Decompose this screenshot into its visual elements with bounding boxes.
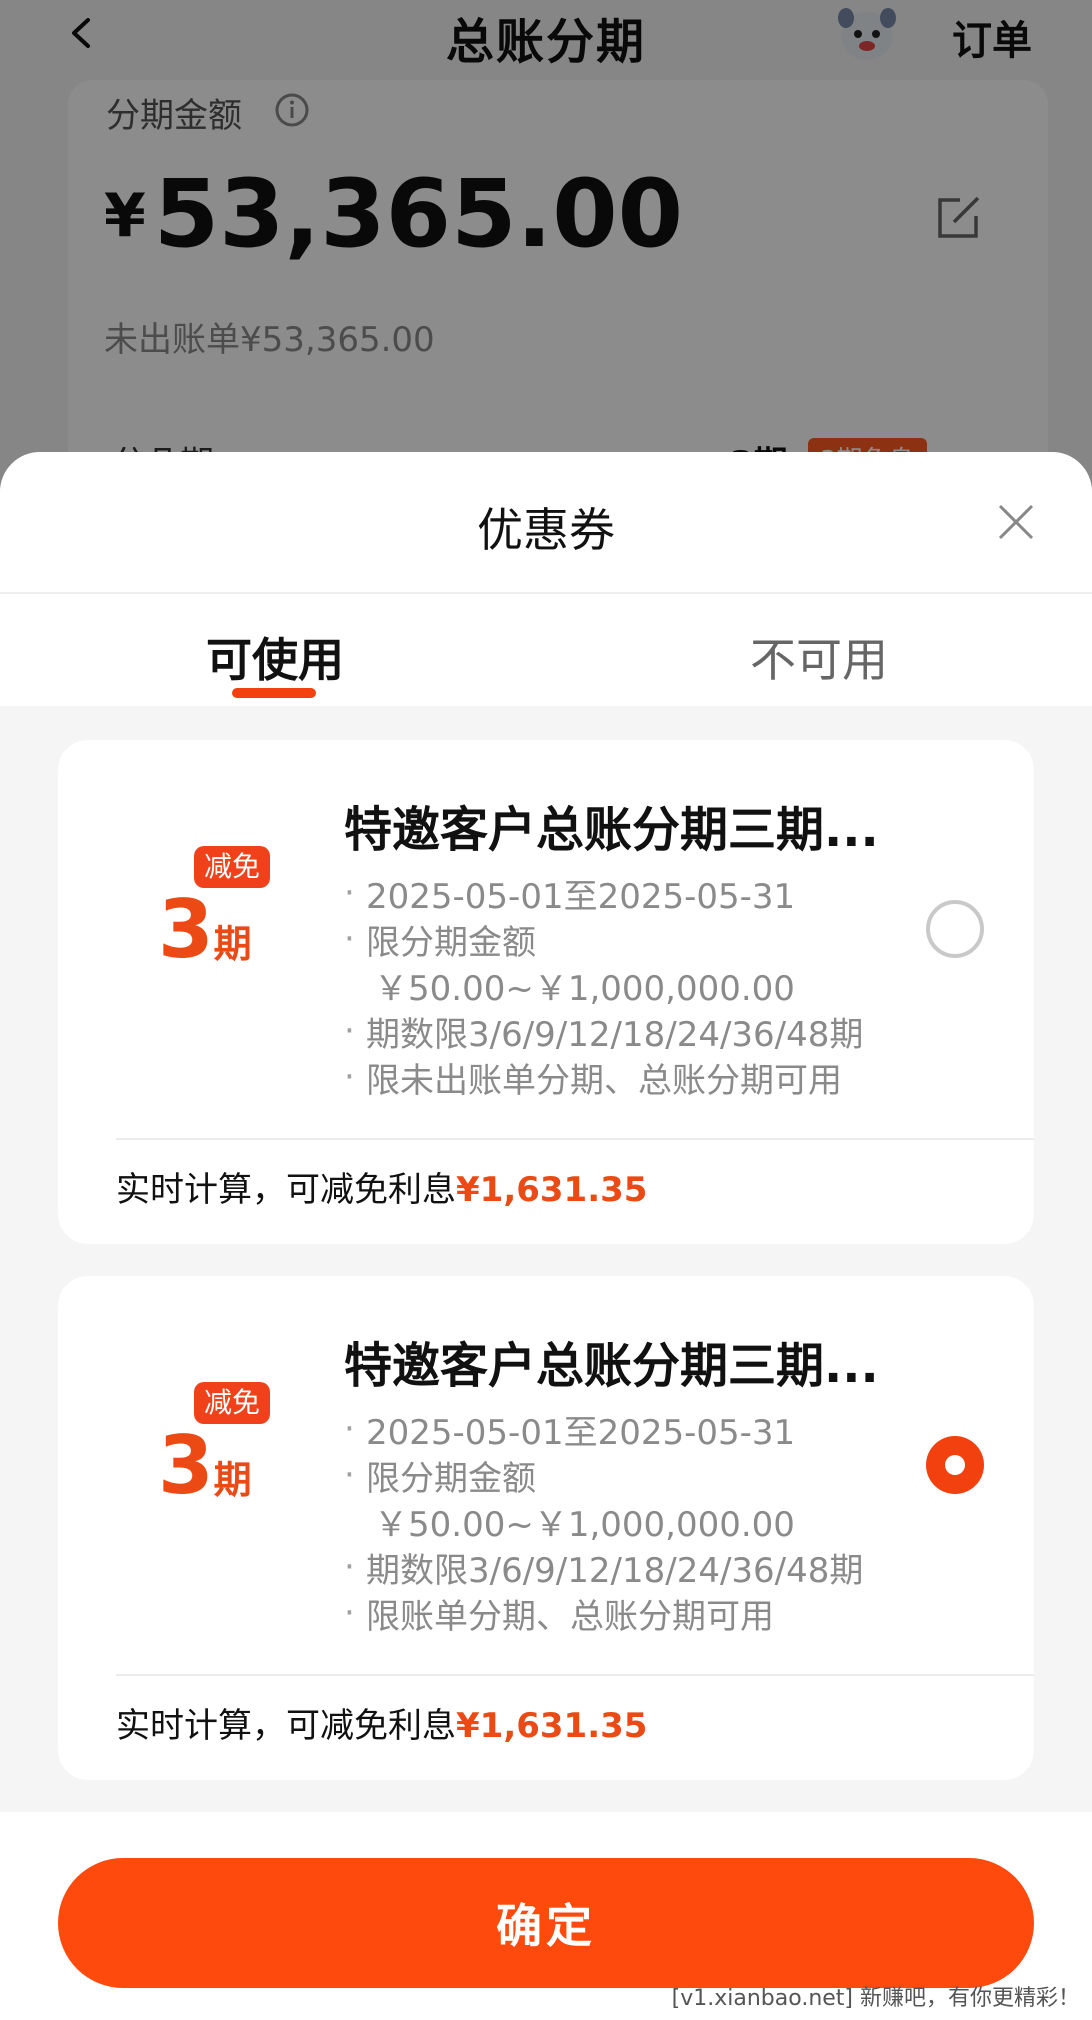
coupon-validity: 2025-05-01至2025-05-31 [344,1406,863,1456]
coupon-saving-prefix: 实时计算，可减免利息 [116,1170,456,1210]
tab-available[interactable]: 可使用 [206,624,344,690]
coupon-saving-amount: ¥1,631.35 [456,1706,648,1746]
close-icon[interactable] [996,502,1036,542]
coupon-details: 2025-05-01至2025-05-31 限分期金额 ￥50.00~￥1,00… [344,1406,863,1640]
coupon-periods-unit: 期 [213,1458,252,1502]
sheet-title: 优惠券 [477,503,615,557]
coupon-term-limit: 期数限3/6/9/12/18/24/36/48期 [344,1544,863,1594]
coupon-badge: 减免 [194,1382,271,1424]
coupon-usage-limit: 限账单分期、总账分期可用 [344,1590,863,1640]
coupon-card[interactable]: 减免 3期 特邀客户总账分期三期... 2025-05-01至2025-05-3… [58,740,1034,1244]
coupon-details: 2025-05-01至2025-05-31 限分期金额 ￥50.00~￥1,00… [344,870,863,1104]
coupon-periods: 3期 [158,1426,252,1506]
coupon-saving: 实时计算，可减免利息¥1,631.35 [116,1698,647,1747]
sheet-header: 优惠券 [0,452,1092,594]
coupon-periods-number: 3 [158,1419,214,1512]
coupon-periods-unit: 期 [213,922,252,966]
coupon-periods: 3期 [158,890,252,970]
coupon-select-radio[interactable] [926,1436,984,1494]
modal-overlay[interactable] [0,0,1092,520]
coupon-periods-number: 3 [158,883,214,976]
coupon-card[interactable]: 减免 3期 特邀客户总账分期三期... 2025-05-01至2025-05-3… [58,1276,1034,1780]
coupon-term-limit: 期数限3/6/9/12/18/24/36/48期 [344,1008,863,1058]
coupon-divider [116,1138,1034,1140]
coupon-title: 特邀客户总账分期三期... [344,1338,879,1394]
coupon-amount-limit-label: 限分期金额 [344,1452,863,1502]
coupon-tabs: 可使用 不可用 [0,594,1092,706]
coupon-amount-limit-range: ￥50.00~￥1,000,000.00 [374,1505,795,1545]
tab-unavailable[interactable]: 不可用 [750,624,888,690]
coupon-amount-limit-range: ￥50.00~￥1,000,000.00 [374,969,795,1009]
active-tab-indicator [232,688,316,698]
confirm-button[interactable]: 确定 [58,1858,1034,1988]
watermark: [v1.xianbao.net] 新赚吧，有你更精彩！ [671,1986,1080,2011]
coupon-amount-limit-label: 限分期金额 [344,916,863,966]
coupon-saving: 实时计算，可减免利息¥1,631.35 [116,1162,647,1211]
coupon-title: 特邀客户总账分期三期... [344,802,879,858]
coupon-sheet: 优惠券 可使用 不可用 减免 3期 特邀客户总账分期三期... 2025-05-… [0,452,1092,2020]
coupon-saving-amount: ¥1,631.35 [456,1170,648,1210]
coupon-select-radio[interactable] [926,900,984,958]
coupon-badge: 减免 [194,846,271,888]
coupon-saving-prefix: 实时计算，可减免利息 [116,1706,456,1746]
coupon-usage-limit: 限未出账单分期、总账分期可用 [344,1054,863,1104]
coupon-validity: 2025-05-01至2025-05-31 [344,870,863,920]
coupon-divider [116,1674,1034,1676]
background-page: 总账分期 订单 分期金额 ¥53,365.00 未出账单¥53,365.00 分… [0,0,1092,520]
